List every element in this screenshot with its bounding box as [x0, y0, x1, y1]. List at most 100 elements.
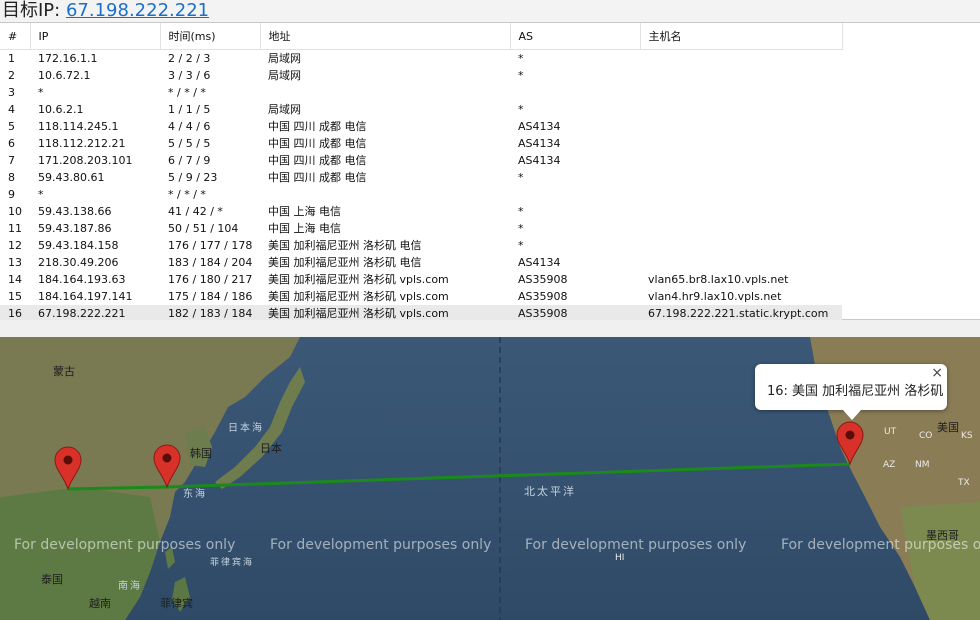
hop-location: 美国 加利福尼亚州 洛杉矶 vpls.com	[268, 290, 449, 303]
map-label-sea-of-japan: 日本海	[228, 423, 264, 434]
hop-ip: 59.43.187.86	[38, 222, 112, 235]
hop-location: 美国 加利福尼亚州 洛杉矶 电信	[268, 239, 422, 252]
hop-time: 176 / 177 / 178	[168, 239, 253, 252]
hop-hostname	[640, 203, 842, 220]
target-ip-header: 目标IP: 67.198.222.221	[0, 0, 980, 22]
hop-hostname	[640, 101, 842, 118]
map-label-north-pacific: 北太平洋	[524, 485, 576, 498]
hop-ip: 172.16.1.1	[38, 52, 98, 65]
target-ip-label: 目标IP:	[2, 0, 61, 21]
hop-as: *	[518, 103, 524, 116]
table-row[interactable]: 11 59.43.187.86 50 / 51 / 104 中国 上海 电信 *	[0, 220, 842, 237]
table-row[interactable]: 5 118.114.245.1 4 / 4 / 6 中国 四川 成都 电信 AS4134	[0, 118, 842, 135]
hop-number: 10	[8, 205, 22, 218]
hop-hostname: vlan4.hr9.lax10.vpls.net	[648, 290, 782, 303]
hop-number: 1	[8, 52, 15, 65]
dev-watermark: For development purposes only	[525, 537, 747, 553]
column-header-time[interactable]: 时间(ms)	[160, 23, 261, 50]
hop-hostname	[640, 152, 842, 169]
hop-number: 13	[8, 256, 22, 269]
hop-hostname	[640, 118, 842, 135]
hop-hostname	[640, 169, 842, 186]
splitter-bar[interactable]	[0, 320, 980, 337]
map-label-az: AZ	[883, 460, 896, 470]
hop-time: * / * / *	[168, 188, 206, 201]
target-ip-link[interactable]: 67.198.222.221	[66, 0, 209, 21]
table-row[interactable]: 1 172.16.1.1 2 / 2 / 3 局域网 *	[0, 50, 842, 68]
table-row[interactable]: 8 59.43.80.61 5 / 9 / 23 中国 四川 成都 电信 *	[0, 169, 842, 186]
hop-time: 183 / 184 / 204	[168, 256, 253, 269]
hop-number: 15	[8, 290, 22, 303]
map-label-nm: NM	[915, 460, 930, 470]
map-label-korea: 韩国	[190, 447, 212, 460]
hop-as: AS4134	[518, 120, 561, 133]
close-icon[interactable]: ×	[931, 365, 943, 381]
hop-as: AS4134	[518, 137, 561, 150]
hop-hostname	[640, 186, 842, 203]
table-row[interactable]: 3 * * / * / *	[0, 84, 842, 101]
column-header-hop[interactable]: #	[0, 23, 31, 50]
hop-hostname	[640, 84, 842, 101]
hop-time: 5 / 5 / 5	[168, 137, 211, 150]
column-header-as[interactable]: AS	[510, 23, 641, 50]
hop-number: 7	[8, 154, 15, 167]
table-row[interactable]: 4 10.6.2.1 1 / 1 / 5 局域网 *	[0, 101, 842, 118]
table-row[interactable]: 15 184.164.197.141 175 / 184 / 186 美国 加利福尼亚…	[0, 288, 842, 305]
hop-location: 局域网	[268, 52, 301, 65]
route-map[interactable]: 蒙古 韩国 日本 日本海 东海 北太平洋 菲律宾海 泰国 南海 越南 菲律宾 H…	[0, 337, 980, 620]
hop-location	[260, 84, 510, 101]
table-row[interactable]: 10 59.43.138.66 41 / 42 / * 中国 上海 电信 *	[0, 203, 842, 220]
marker-info-popup: 16: 美国 加利福尼亚州 洛杉矶 ×	[755, 364, 947, 420]
column-header-hostname[interactable]: 主机名	[640, 23, 843, 50]
table-row[interactable]: 14 184.164.193.63 176 / 180 / 217 美国 加利福尼亚州…	[0, 271, 842, 288]
hop-number: 9	[8, 188, 15, 201]
hop-ip: 59.43.184.158	[38, 239, 119, 252]
dev-watermark: For development purposes only	[781, 537, 980, 553]
hop-number: 12	[8, 239, 22, 252]
hop-as: AS4134	[518, 154, 561, 167]
table-row[interactable]: 7 171.208.203.101 6 / 7 / 9 中国 四川 成都 电信 AS41…	[0, 152, 842, 169]
traceroute-table-panel: # IP 时间(ms) 地址 AS 主机名 1 172.16.1.1 2 / 2 /…	[0, 22, 980, 322]
map-label-ks: KS	[961, 431, 973, 441]
hop-as: *	[518, 69, 524, 82]
map-label-co: CO	[919, 431, 933, 441]
table-row[interactable]: 2 10.6.72.1 3 / 3 / 6 局域网 *	[0, 67, 842, 84]
hop-time: 5 / 9 / 23	[168, 171, 218, 184]
hop-ip: 59.43.138.66	[38, 205, 112, 218]
column-header-location[interactable]: 地址	[260, 23, 511, 50]
hop-time: 175 / 184 / 186	[168, 290, 253, 303]
map-label-philippines: 菲律宾	[160, 597, 193, 610]
map-label-philippine-sea: 菲律宾海	[210, 558, 255, 568]
hop-location: 美国 加利福尼亚州 洛杉矶 vpls.com	[268, 273, 449, 286]
map-label-vietnam: 越南	[89, 597, 111, 610]
hop-ip: 218.30.49.206	[38, 256, 119, 269]
hop-as: AS4134	[518, 256, 561, 269]
hop-as: AS35908	[518, 273, 568, 286]
hop-location: 中国 四川 成都 电信	[268, 120, 367, 133]
table-row[interactable]: 9 * * / * / *	[0, 186, 842, 203]
hop-hostname: vlan65.br8.lax10.vpls.net	[648, 273, 789, 286]
column-header-ip[interactable]: IP	[30, 23, 161, 50]
hop-ip: *	[38, 86, 44, 99]
hop-number: 8	[8, 171, 15, 184]
map-label-hi: HI	[615, 553, 625, 563]
dev-watermark: For development purposes only	[270, 537, 492, 553]
hop-hostname	[640, 237, 842, 254]
map-label-east-sea: 东海	[183, 489, 207, 500]
hop-as: *	[518, 205, 524, 218]
table-header-row: # IP 时间(ms) 地址 AS 主机名	[0, 23, 843, 50]
hop-ip: 184.164.193.63	[38, 273, 126, 286]
hop-location: 中国 四川 成都 电信	[268, 137, 367, 150]
hop-ip: 118.114.245.1	[38, 120, 119, 133]
hop-location: 美国 加利福尼亚州 洛杉矶 电信	[268, 256, 422, 269]
hop-hostname	[640, 220, 842, 237]
table-row[interactable]: 13 218.30.49.206 183 / 184 / 204 美国 加利福尼亚州 …	[0, 254, 842, 271]
hop-hostname	[640, 254, 842, 271]
hop-time: 6 / 7 / 9	[168, 154, 211, 167]
table-row[interactable]: 12 59.43.184.158 176 / 177 / 178 美国 加利福尼亚州 …	[0, 237, 842, 254]
hop-location: 中国 上海 电信	[268, 205, 341, 218]
hop-location	[260, 186, 510, 203]
table-row[interactable]: 6 118.112.212.21 5 / 5 / 5 中国 四川 成都 电信 AS413…	[0, 135, 842, 152]
map-label-tx: TX	[958, 478, 970, 488]
hop-hostname	[640, 67, 842, 84]
